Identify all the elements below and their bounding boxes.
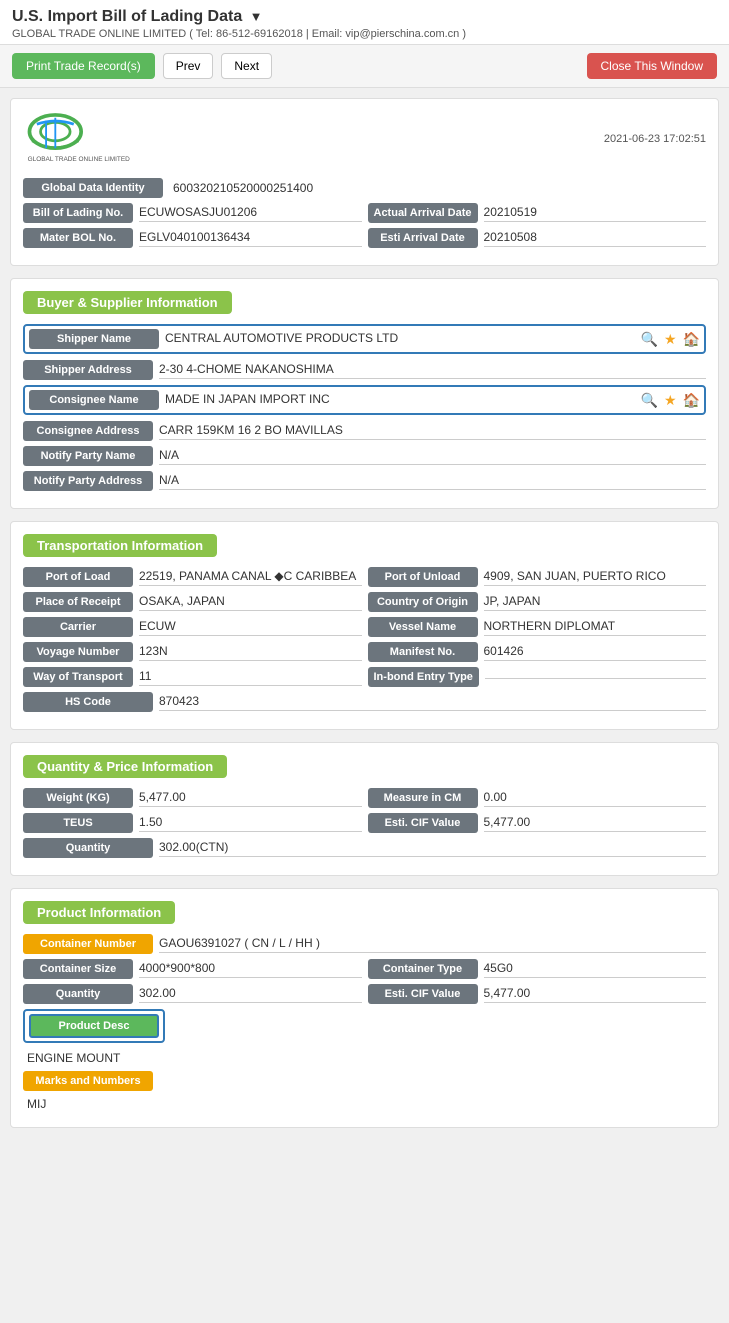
hs-code-label: HS Code	[23, 692, 153, 712]
container-size-label: Container Size	[23, 959, 133, 979]
close-window-button[interactable]: Close This Window	[587, 53, 717, 79]
consignee-star-icon[interactable]: ★	[664, 392, 677, 409]
transportation-header: Transportation Information	[23, 534, 217, 557]
esti-arrival-label: Esti Arrival Date	[368, 228, 478, 248]
port-of-load-value: 22519, PANAMA CANAL ◆C CARIBBEA	[139, 569, 362, 586]
dropdown-arrow-icon[interactable]: ▼	[250, 9, 263, 24]
master-bol-value: EGLV040100136434	[139, 230, 362, 247]
notify-party-address-value: N/A	[159, 473, 706, 490]
port-of-load-label: Port of Load	[23, 567, 133, 587]
quantity-prod-label: Quantity	[23, 984, 133, 1004]
print-button[interactable]: Print Trade Record(s)	[12, 53, 155, 79]
next-button[interactable]: Next	[221, 53, 272, 79]
notify-party-label: Notify Party Name	[23, 446, 153, 466]
consignee-address-label: Consignee Address	[23, 421, 153, 441]
weight-value: 5,477.00	[139, 790, 362, 807]
container-number-value: GAOU6391027 ( CN / L / HH )	[159, 936, 706, 953]
page-title: U.S. Import Bill of Lading Data	[12, 8, 242, 25]
quantity-prod-value: 302.00	[139, 986, 362, 1003]
quantity-price-header: Quantity & Price Information	[23, 755, 227, 778]
esti-cif-prod-value: 5,477.00	[484, 986, 707, 1003]
port-of-unload-value: 4909, SAN JUAN, PUERTO RICO	[484, 569, 707, 586]
consignee-address-value: CARR 159KM 16 2 BO MAVILLAS	[159, 423, 706, 440]
vessel-name-label: Vessel Name	[368, 617, 478, 637]
consignee-name-value: MADE IN JAPAN IMPORT INC	[165, 392, 635, 408]
measure-label: Measure in CM	[368, 788, 478, 808]
master-bol-label: Mater BOL No.	[23, 228, 133, 248]
country-of-origin-label: Country of Origin	[368, 592, 478, 612]
hs-code-value: 870423	[159, 694, 706, 711]
port-of-unload-label: Port of Unload	[368, 567, 478, 587]
container-number-label: Container Number	[23, 934, 153, 954]
marks-label[interactable]: Marks and Numbers	[23, 1071, 153, 1091]
esti-cif-qp-value: 5,477.00	[484, 815, 707, 832]
quantity-qp-value: 302.00(CTN)	[159, 840, 706, 857]
buyer-supplier-header: Buyer & Supplier Information	[23, 291, 232, 314]
logo: GLOBAL TRADE ONLINE LIMITED	[23, 111, 143, 166]
marks-value: MIJ	[23, 1095, 706, 1115]
container-type-value: 45G0	[484, 961, 707, 978]
weight-label: Weight (KG)	[23, 788, 133, 808]
shipper-star-icon[interactable]: ★	[664, 331, 677, 348]
product-desc-label: Product Desc	[29, 1014, 159, 1038]
inbond-entry-label: In-bond Entry Type	[368, 667, 479, 687]
product-header: Product Information	[23, 901, 175, 924]
svg-text:GLOBAL TRADE ONLINE LIMITED: GLOBAL TRADE ONLINE LIMITED	[28, 156, 131, 163]
shipper-name-value: CENTRAL AUTOMOTIVE PRODUCTS LTD	[165, 331, 635, 347]
page-subtitle: GLOBAL TRADE ONLINE LIMITED ( Tel: 86-51…	[12, 28, 717, 40]
shipper-address-value: 2-30 4-CHOME NAKANOSHIMA	[159, 362, 706, 379]
measure-value: 0.00	[484, 790, 707, 807]
timestamp: 2021-06-23 17:02:51	[604, 133, 706, 145]
vessel-name-value: NORTHERN DIPLOMAT	[484, 619, 707, 636]
manifest-no-label: Manifest No.	[368, 642, 478, 662]
container-size-value: 4000*900*800	[139, 961, 362, 978]
esti-arrival-value: 20210508	[484, 230, 707, 247]
carrier-value: ECUW	[139, 619, 362, 636]
notify-party-value: N/A	[159, 448, 706, 465]
esti-cif-prod-label: Esti. CIF Value	[368, 984, 478, 1004]
inbond-entry-value	[485, 676, 706, 679]
shipper-search-icon[interactable]: 🔍	[641, 331, 658, 348]
teus-label: TEUS	[23, 813, 133, 833]
notify-party-address-label: Notify Party Address	[23, 471, 153, 491]
prev-button[interactable]: Prev	[163, 53, 214, 79]
global-data-identity-value: 600320210520000251400	[163, 181, 313, 195]
consignee-search-icon[interactable]: 🔍	[641, 392, 658, 409]
actual-arrival-value: 20210519	[484, 205, 706, 222]
bol-value: ECUWOSASJU01206	[139, 205, 362, 222]
consignee-home-icon[interactable]: 🏠	[683, 392, 700, 409]
way-of-transport-value: 11	[139, 669, 362, 686]
voyage-number-value: 123N	[139, 644, 362, 661]
shipper-address-label: Shipper Address	[23, 360, 153, 380]
shipper-home-icon[interactable]: 🏠	[683, 331, 700, 348]
quantity-qp-label: Quantity	[23, 838, 153, 858]
actual-arrival-label: Actual Arrival Date	[368, 203, 478, 223]
container-type-label: Container Type	[368, 959, 478, 979]
shipper-name-label: Shipper Name	[29, 329, 159, 349]
place-of-receipt-label: Place of Receipt	[23, 592, 133, 612]
manifest-no-value: 601426	[484, 644, 707, 661]
carrier-label: Carrier	[23, 617, 133, 637]
country-of-origin-value: JP, JAPAN	[484, 594, 707, 611]
esti-cif-qp-label: Esti. CIF Value	[368, 813, 478, 833]
voyage-number-label: Voyage Number	[23, 642, 133, 662]
teus-value: 1.50	[139, 815, 362, 832]
way-of-transport-label: Way of Transport	[23, 667, 133, 687]
place-of-receipt-value: OSAKA, JAPAN	[139, 594, 362, 611]
product-desc-value: ENGINE MOUNT	[23, 1049, 706, 1071]
global-data-identity-label: Global Data Identity	[23, 178, 163, 198]
consignee-name-label: Consignee Name	[29, 390, 159, 410]
bol-label: Bill of Lading No.	[23, 203, 133, 223]
